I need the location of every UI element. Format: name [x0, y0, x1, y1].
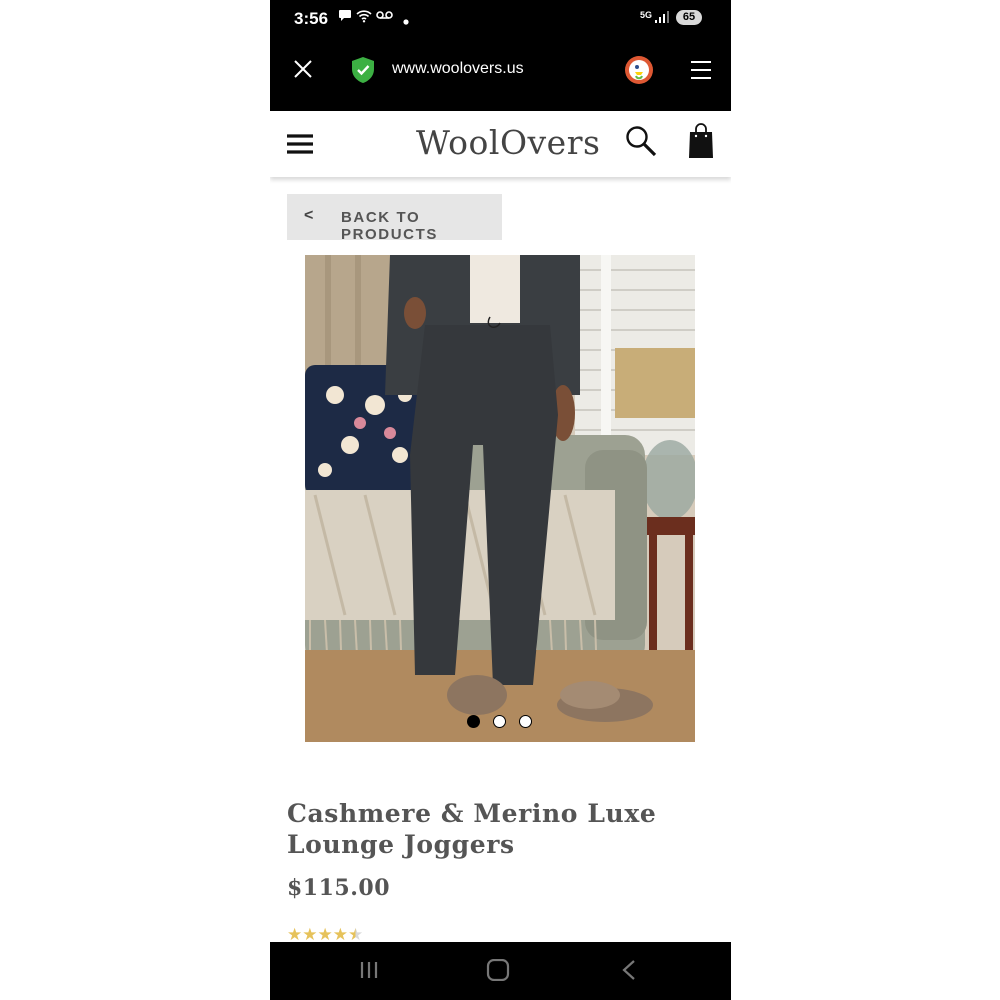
search-icon[interactable]: [625, 125, 657, 157]
back-to-products-button[interactable]: < BACK TO PRODUCTS: [287, 194, 502, 243]
chat-icon: [338, 9, 352, 25]
carousel-dot-1[interactable]: [467, 715, 480, 728]
product-price: $115.00: [287, 875, 391, 901]
recents-icon[interactable]: [358, 959, 380, 986]
url-bar[interactable]: www.woolovers.us: [392, 60, 524, 78]
back-to-products-label: BACK TO PRODUCTS: [341, 209, 438, 243]
status-time: 3:56: [294, 9, 329, 28]
hamburger-icon[interactable]: [286, 133, 314, 155]
status-bar: 3:56 5G 65: [270, 0, 731, 36]
menu-icon[interactable]: [690, 60, 712, 80]
system-nav-bar: [270, 942, 731, 1000]
browser-toolbar: www.woolovers.us: [270, 36, 731, 111]
chevron-left-icon: <: [304, 207, 314, 224]
battery-indicator: 65: [676, 10, 702, 25]
notification-dot-icon: [403, 13, 409, 28]
site-header: WoolOvers: [270, 111, 731, 177]
product-image[interactable]: [305, 255, 695, 742]
carousel-dot-2[interactable]: [493, 715, 506, 728]
duckduckgo-icon[interactable]: [624, 55, 654, 85]
home-icon[interactable]: [486, 958, 510, 986]
network-type-label: 5G: [640, 10, 653, 20]
signal-icon: [654, 10, 670, 27]
wifi-call-icon: [356, 9, 372, 26]
close-icon[interactable]: [292, 58, 314, 80]
shopping-bag-icon[interactable]: [688, 123, 714, 159]
shield-check-icon[interactable]: [350, 56, 376, 84]
carousel-dot-3[interactable]: [519, 715, 532, 728]
back-icon[interactable]: [620, 959, 638, 986]
voicemail-icon: [376, 9, 393, 24]
site-logo[interactable]: WoolOvers: [416, 123, 600, 162]
product-title: Cashmere & Merino Luxe Lounge Joggers: [287, 799, 657, 859]
star-rating[interactable]: ★★★★★: [287, 925, 363, 944]
phone-screen: 3:56 5G 65 www.woolovers.us WoolOvers < …: [270, 0, 731, 1000]
